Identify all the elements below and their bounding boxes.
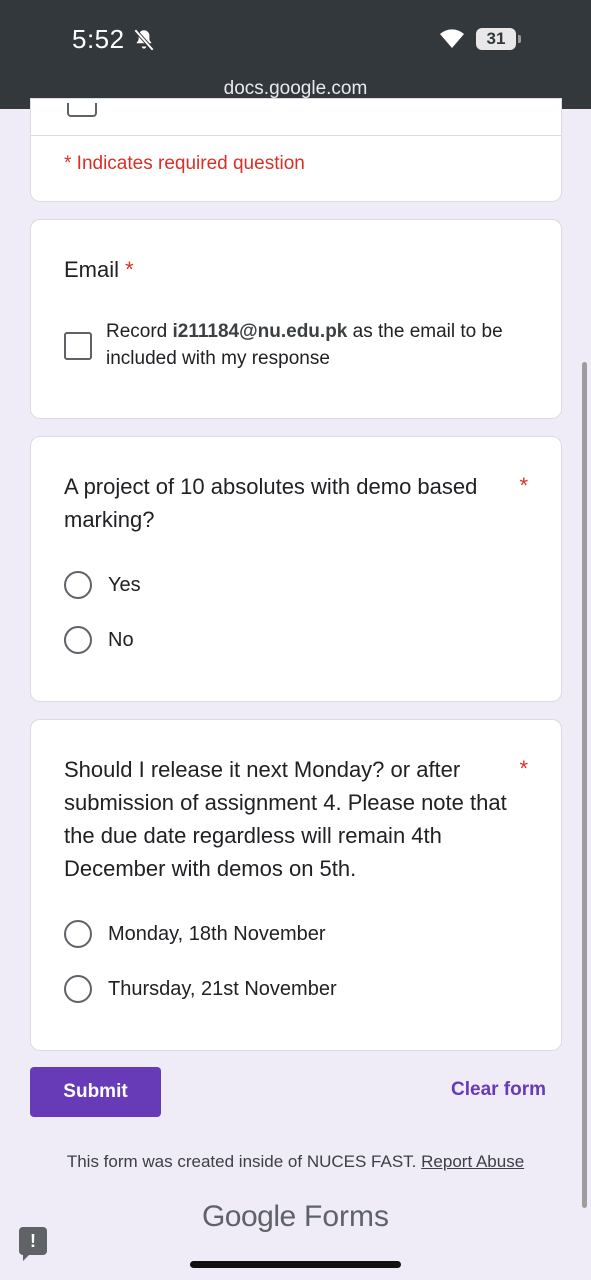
question-title-release: Should I release it next Monday? or afte… bbox=[64, 757, 507, 881]
report-abuse-link[interactable]: Report Abuse bbox=[421, 1152, 524, 1171]
email-question-card: Email * Record i211184@nu.edu.pk as the … bbox=[30, 219, 562, 419]
user-email: i211184@nu.edu.pk bbox=[172, 321, 348, 342]
question-title-project: A project of 10 absolutes with demo base… bbox=[64, 474, 478, 532]
radio-button[interactable] bbox=[64, 975, 92, 1003]
feedback-icon[interactable]: ! bbox=[19, 1227, 47, 1261]
radio-option-no[interactable]: No bbox=[64, 626, 134, 654]
option-label: Yes bbox=[108, 573, 141, 596]
email-question-title: Email * bbox=[64, 253, 134, 286]
clear-form-button[interactable]: Clear form bbox=[451, 1079, 546, 1101]
radio-option-yes[interactable]: Yes bbox=[64, 571, 141, 599]
url-bar[interactable]: docs.google.com bbox=[0, 78, 591, 100]
status-time-group: 5:52 bbox=[72, 24, 157, 55]
scrollbar[interactable] bbox=[582, 362, 587, 1208]
logo-forms: Forms bbox=[304, 1200, 390, 1233]
radio-option-thursday[interactable]: Thursday, 21st November bbox=[64, 975, 337, 1003]
email-title-text: Email bbox=[64, 257, 120, 282]
radio-option-monday[interactable]: Monday, 18th November bbox=[64, 920, 326, 948]
status-time: 5:52 bbox=[72, 24, 125, 54]
radio-button[interactable] bbox=[64, 920, 92, 948]
required-asterisk: * bbox=[519, 756, 528, 781]
home-indicator[interactable] bbox=[190, 1261, 401, 1268]
question-card-project: A project of 10 absolutes with demo base… bbox=[30, 436, 562, 702]
required-asterisk: * bbox=[519, 473, 528, 498]
record-email-checkbox[interactable] bbox=[64, 332, 92, 360]
footer-note-text: This form was created inside of NUCES FA… bbox=[66, 1152, 417, 1171]
checkbox-peek bbox=[67, 103, 97, 117]
browser-top-bar: 5:52 31 docs.google.com bbox=[0, 0, 591, 109]
footer-note: This form was created inside of NUCES FA… bbox=[0, 1152, 591, 1172]
option-label: Monday, 18th November bbox=[108, 922, 326, 945]
wifi-icon bbox=[440, 29, 464, 48]
submit-button[interactable]: Submit bbox=[30, 1067, 161, 1117]
card-divider bbox=[31, 135, 561, 136]
radio-button[interactable] bbox=[64, 626, 92, 654]
record-email-label[interactable]: Record i211184@nu.edu.pk as the email to… bbox=[106, 318, 536, 372]
bell-muted-icon bbox=[133, 28, 154, 51]
record-prefix: Record bbox=[106, 321, 168, 342]
form-header-card: * Indicates required question bbox=[30, 98, 562, 202]
required-asterisk: * bbox=[125, 257, 134, 282]
radio-button[interactable] bbox=[64, 571, 92, 599]
battery-indicator: 31 bbox=[476, 28, 521, 50]
google-forms-logo[interactable]: Google Forms bbox=[0, 1200, 591, 1234]
question-card-release: Should I release it next Monday? or afte… bbox=[30, 719, 562, 1051]
required-question-note: * Indicates required question bbox=[64, 153, 305, 174]
option-label: No bbox=[108, 628, 134, 651]
logo-google: Google bbox=[201, 1200, 296, 1233]
option-label: Thursday, 21st November bbox=[108, 977, 337, 1000]
